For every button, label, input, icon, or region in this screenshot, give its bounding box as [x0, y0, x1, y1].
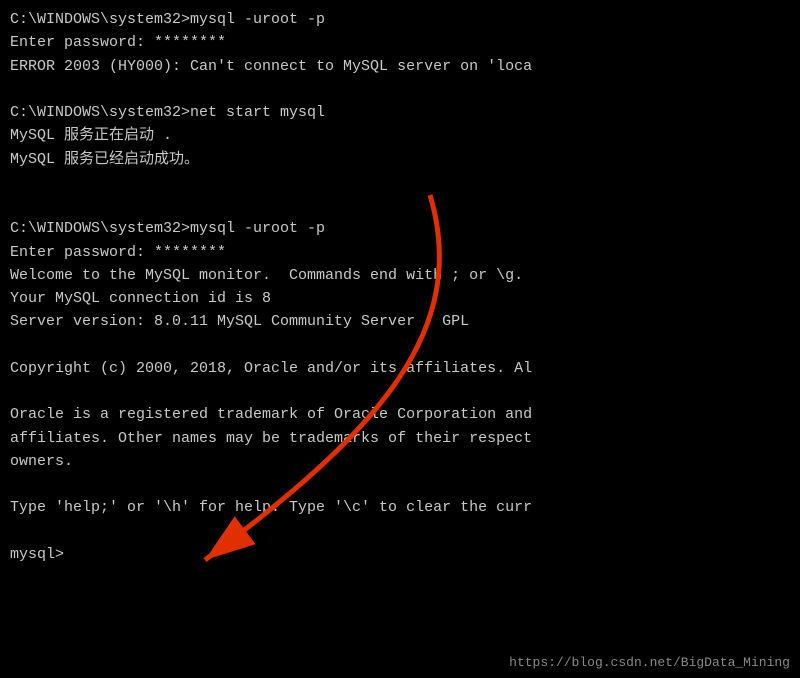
terminal-line: C:\WINDOWS\system32>net start mysql — [10, 101, 790, 124]
terminal-line — [10, 334, 790, 357]
terminal-line — [10, 380, 790, 403]
terminal-line: Server version: 8.0.11 MySQL Community S… — [10, 310, 790, 333]
terminal-line: owners. — [10, 450, 790, 473]
watermark-text: https://blog.csdn.net/BigData_Mining — [509, 655, 790, 670]
terminal-line: Welcome to the MySQL monitor. Commands e… — [10, 264, 790, 287]
terminal-line: C:\WINDOWS\system32>mysql -uroot -p — [10, 217, 790, 240]
terminal-output: C:\WINDOWS\system32>mysql -uroot -pEnter… — [10, 8, 790, 566]
terminal-line: C:\WINDOWS\system32>mysql -uroot -p — [10, 8, 790, 31]
terminal-line: MySQL 服务正在启动 . — [10, 124, 790, 147]
terminal-line: Enter password: ******** — [10, 241, 790, 264]
terminal-line — [10, 194, 790, 217]
terminal-line — [10, 520, 790, 543]
terminal-line: Type 'help;' or '\h' for help. Type '\c'… — [10, 496, 790, 519]
terminal-line — [10, 78, 790, 101]
terminal-line: Your MySQL connection id is 8 — [10, 287, 790, 310]
terminal-line: Copyright (c) 2000, 2018, Oracle and/or … — [10, 357, 790, 380]
terminal-line — [10, 171, 790, 194]
terminal-line: affiliates. Other names may be trademark… — [10, 427, 790, 450]
terminal-line: ERROR 2003 (HY000): Can't connect to MyS… — [10, 55, 790, 78]
terminal-line: Enter password: ******** — [10, 31, 790, 54]
terminal-line: mysql> — [10, 543, 790, 566]
terminal-window: C:\WINDOWS\system32>mysql -uroot -pEnter… — [0, 0, 800, 678]
terminal-line: Oracle is a registered trademark of Orac… — [10, 403, 790, 426]
terminal-line — [10, 473, 790, 496]
terminal-line: MySQL 服务已经启动成功。 — [10, 148, 790, 171]
